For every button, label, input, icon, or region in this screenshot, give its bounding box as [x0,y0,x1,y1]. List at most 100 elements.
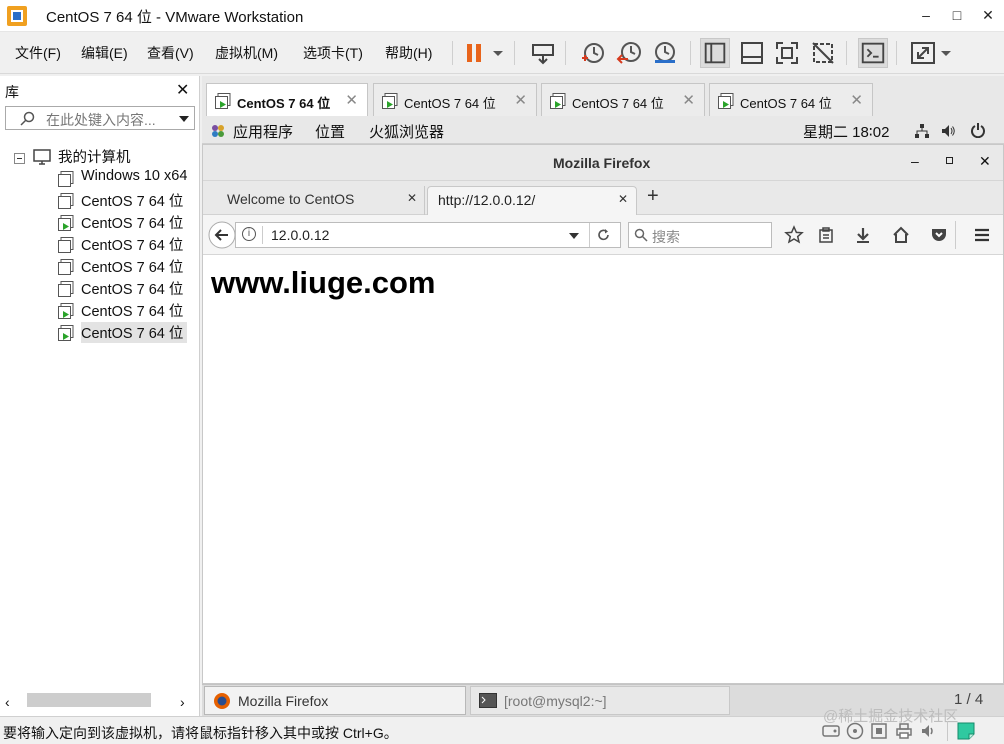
status-bar: 要将输入定向到该虚拟机，请将鼠标指针移入其中或按 Ctrl+G。 @稀土掘金技术… [0,708,1004,744]
vm-tab-close-icon[interactable]: ✕ [345,91,358,109]
search-icon [20,111,35,126]
scroll-left-icon[interactable]: ‹ [5,694,10,710]
tree-vm-item[interactable]: CentOS 7 64 位 [81,322,188,343]
gnome-places-menu[interactable]: 位置 [315,121,345,142]
chevron-down-icon[interactable] [178,114,190,124]
menu-tabs[interactable]: 选项卡(T) [303,43,363,63]
workspace-pager[interactable]: 1 / 4 [954,691,983,708]
dropdown-arrow-icon[interactable] [488,38,508,68]
vm-tab[interactable]: CentOS 7 64 位 ✕ [373,83,537,116]
gnome-clock[interactable]: 星期二 18∶02 [803,121,889,142]
vm-tab-close-icon[interactable]: ✕ [514,91,527,109]
url-dropdown-icon[interactable] [568,232,580,240]
toolbar-separator [514,41,515,65]
vm-tab[interactable]: CentOS 7 64 位 ✕ [541,83,705,116]
firefox-titlebar: Mozilla Firefox – ✕ [203,145,1003,181]
new-tab-button[interactable]: + [647,185,659,208]
ff-maximize-button[interactable] [946,157,953,164]
firefox-tab-active[interactable]: http://12.0.0.12/ ✕ [427,186,637,215]
tree-vm-item[interactable]: CentOS 7 64 位 [81,190,183,211]
vm-tab[interactable]: CentOS 7 64 位 ✕ [709,83,873,116]
back-button-icon[interactable] [208,221,236,249]
reading-list-icon[interactable] [816,225,836,245]
sound-icon[interactable] [920,722,938,740]
tree-collapse-toggle[interactable] [14,152,25,168]
firefox-search-input[interactable]: 搜索 [628,222,772,248]
hamburger-menu-icon[interactable] [972,225,992,245]
menu-edit[interactable]: 编辑(E) [81,43,128,63]
show-library-icon[interactable] [700,38,730,68]
maximize-button[interactable]: □ [941,0,973,30]
tab-close-icon[interactable]: ✕ [407,191,417,205]
url-bar[interactable]: i 12.0.0.12 [235,222,621,248]
send-ctrl-alt-del-icon[interactable] [528,38,558,68]
url-divider [589,223,590,247]
tree-vm-item[interactable]: CentOS 7 64 位 [81,256,183,277]
stretch-dropdown-icon[interactable] [936,38,956,68]
fullscreen-icon[interactable] [772,38,802,68]
tab-close-icon[interactable]: ✕ [618,192,628,206]
vm-tab-label: CentOS 7 64 位 [572,96,664,111]
vm-tab-close-icon[interactable]: ✕ [682,91,695,109]
minus-box-icon[interactable] [14,153,25,164]
menu-file[interactable]: 文件(F) [15,43,61,63]
close-button[interactable]: ✕ [972,0,1004,30]
gnome-firefox-menu[interactable]: 火狐浏览器 [369,121,444,142]
firefox-tab-welcome[interactable]: Welcome to CentOS ✕ [211,186,425,215]
ff-close-button[interactable]: ✕ [979,153,991,170]
reload-icon[interactable] [597,228,611,242]
vm-icon [58,281,74,297]
toolbar-separator [452,41,453,65]
url-text[interactable]: 12.0.0.12 [271,227,329,243]
search-placeholder: 搜索 [652,229,680,245]
revert-snapshot-icon[interactable] [614,38,644,68]
thumbnail-bar-icon[interactable] [737,38,767,68]
vm-tab[interactable]: CentOS 7 64 位 ✕ [206,83,368,116]
vm-running-icon [58,325,74,341]
unity-icon[interactable] [808,38,838,68]
pocket-icon[interactable] [929,225,949,245]
menu-view[interactable]: 查看(V) [147,43,194,63]
network-adapter-icon[interactable] [870,722,888,740]
download-icon[interactable] [853,225,873,245]
message-log-icon[interactable] [956,721,976,741]
snapshot-manager-icon[interactable] [650,38,680,68]
firefox-window: Mozilla Firefox – ✕ Welcome to CentOS ✕ … [202,144,1004,684]
bookmark-star-icon[interactable] [784,225,804,245]
tree-vm-item[interactable]: Windows 10 x64 [81,168,187,184]
taskbar-firefox-item[interactable]: Mozilla Firefox [204,686,466,715]
network-icon[interactable] [914,123,930,139]
ff-minimize-button[interactable]: – [911,153,919,169]
volume-icon[interactable] [940,123,956,139]
console-view-icon[interactable] [858,38,888,68]
minimize-button[interactable]: – [910,0,942,30]
menu-vm[interactable]: 虚拟机(M) [215,43,278,63]
vm-icon [58,193,74,209]
taskbar-terminal-item[interactable]: [root@mysql2:~] [470,686,730,715]
tree-vm-item[interactable]: CentOS 7 64 位 [81,234,183,255]
hard-disk-icon[interactable] [822,723,840,739]
tree-vm-item[interactable]: CentOS 7 64 位 [81,278,183,299]
tab-title: http://12.0.0.12/ [438,192,536,208]
library-close-button[interactable]: ✕ [176,80,189,100]
tree-root-my-computer[interactable]: 我的计算机 [58,146,131,167]
gnome-applications-menu[interactable]: 应用程序 [233,121,293,142]
tree-vm-item[interactable]: CentOS 7 64 位 [81,212,183,233]
vm-tab-close-icon[interactable]: ✕ [850,91,863,109]
power-icon[interactable] [970,122,986,138]
toolbar-separator [896,41,897,65]
library-horizontal-scrollbar[interactable]: ‹ › [5,690,195,710]
cd-dvd-icon[interactable] [846,722,864,740]
snapshot-icon[interactable] [578,38,608,68]
scrollbar-thumb[interactable] [27,693,151,707]
stretch-icon[interactable] [908,38,938,68]
pause-icon[interactable] [460,38,490,68]
menu-help[interactable]: 帮助(H) [385,43,432,63]
info-icon[interactable]: i [242,227,256,241]
scroll-right-icon[interactable]: › [180,694,185,710]
home-icon[interactable] [891,225,911,245]
printer-icon[interactable] [895,722,913,740]
firefox-title: Mozilla Firefox [553,155,651,171]
tree-vm-item[interactable]: CentOS 7 64 位 [81,300,183,321]
library-search-input[interactable]: 在此处键入内容... [5,106,195,130]
